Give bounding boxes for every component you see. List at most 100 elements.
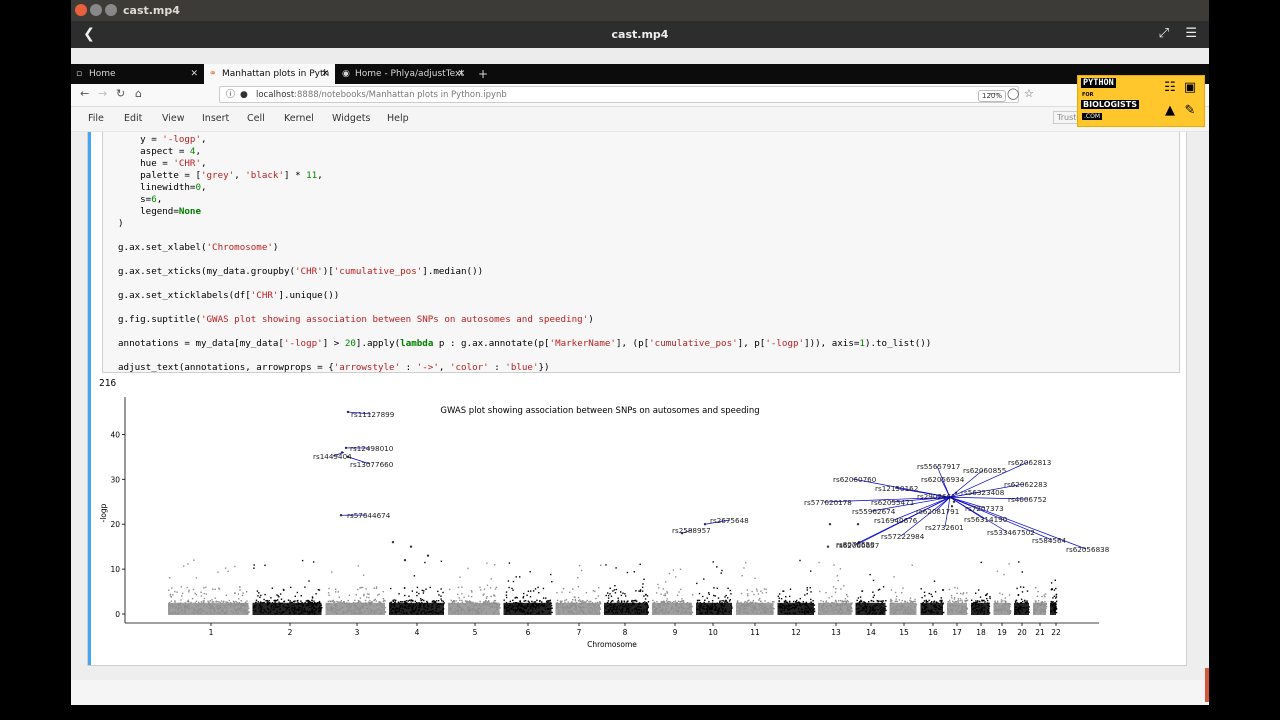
data-point [856,523,860,526]
data-point [183,565,185,567]
data-point [933,580,936,582]
data-point [509,600,511,603]
info-icon[interactable]: ⓘ [226,87,235,104]
tab-github[interactable]: ◉ Home - Phlya/adjustText ✕ [337,64,471,84]
maximize-icon[interactable] [105,4,117,16]
data-point [245,591,248,593]
data-point [1022,586,1025,588]
data-point [624,593,626,595]
menu-edit[interactable]: Edit [124,113,142,124]
data-point [411,590,413,592]
data-point [227,570,229,572]
close-icon[interactable] [75,4,87,16]
menu-cell[interactable]: Cell [247,113,265,124]
data-point [211,601,213,603]
close-tab-icon[interactable]: ✕ [457,64,465,84]
data-point [220,600,223,602]
page-icon: ▫ [76,69,83,79]
data-point [228,599,231,602]
notebook-area: y = '-logp', aspect = 4, hue = 'CHR', pa… [71,132,1209,680]
cell-input[interactable]: y = '-logp', aspect = 4, hue = 'CHR', pa… [102,132,1180,373]
data-point [721,600,723,602]
data-point [550,573,552,576]
annotation-label: rs57644674 [347,511,391,520]
close-tab-icon[interactable]: ✕ [190,64,198,84]
forward-arrow-icon[interactable]: → [98,87,107,100]
home-icon[interactable]: ⌂ [135,87,142,100]
data-point [812,600,814,602]
x-tick-label: 15 [899,628,909,637]
data-point [526,594,528,596]
menu-widgets[interactable]: Widgets [332,113,370,124]
data-point [736,601,739,603]
data-point [594,590,596,593]
data-point [180,599,182,601]
data-point [492,601,495,603]
code-cell[interactable]: y = '-logp', aspect = 4, hue = 'CHR', pa… [87,132,1187,666]
data-point [313,600,315,602]
tab-label: Manhattan plots in Pyth [222,69,330,79]
data-point [541,601,543,603]
code-line: g.fig.suptitle('GWAS plot showing associ… [118,314,594,325]
data-point [328,594,330,596]
data-point [176,591,178,593]
reload-icon[interactable]: ↻ [116,87,125,100]
back-arrow-icon[interactable]: ← [80,87,89,100]
data-point [971,599,973,601]
data-point [289,600,291,602]
data-point [203,587,205,589]
menu-help[interactable]: Help [387,113,409,124]
close-tab-icon[interactable]: ✕ [321,64,329,84]
data-point [834,600,837,602]
menu-insert[interactable]: Insert [202,113,229,124]
data-point [174,600,176,602]
menu-file[interactable]: File [88,113,104,124]
url-bar[interactable]: ⓘ ● localhost:8888/notebooks/Manhattan p… [219,86,1019,103]
data-point [828,523,832,526]
data-point [778,597,780,599]
pocket-icon[interactable]: ◯ [1007,87,1019,100]
menu-view[interactable]: View [162,113,185,124]
python-for-biologists-logo: PYTHON FOR BIOLOGISTS .COM ☷ ▣ ▲ ✎ [1077,75,1205,127]
annotation-label: rs62081791 [916,507,959,516]
data-point [618,601,620,603]
menu-kernel[interactable]: Kernel [284,113,314,124]
data-point [954,586,956,589]
tab-manhattan[interactable]: ⚭ Manhattan plots in Pyth ✕ [204,64,335,84]
data-point [542,597,545,599]
data-point [949,599,951,602]
code-line: g.ax.set_xlabel('Chromosome') [118,242,279,253]
data-point [793,600,795,603]
data-point [894,591,897,594]
data-point [368,593,370,595]
data-point [789,600,791,603]
data-point [333,601,336,603]
bookmark-star-icon[interactable]: ☆ [1024,87,1034,100]
data-point [399,601,402,603]
data-point [479,600,481,603]
data-point [806,593,808,595]
more-icon[interactable]: ⋯ [989,87,1000,100]
data-point [647,601,650,603]
data-point [557,599,559,602]
minimize-icon[interactable] [90,4,102,16]
data-point [392,600,394,603]
data-point [708,592,710,594]
data-point [956,592,958,594]
data-point [222,601,224,603]
data-point [809,587,811,589]
data-point [893,576,895,578]
data-point [756,590,758,592]
tab-home[interactable]: ▫ Home ✕ [71,64,204,84]
data-point [1001,593,1004,596]
data-point [920,588,922,590]
data-point [394,601,396,603]
data-point [464,600,467,602]
data-band [971,602,990,616]
new-tab-button[interactable]: + [473,64,493,84]
fullscreen-icon[interactable]: ⤢ [1159,26,1169,41]
data-point [327,600,329,603]
data-point [996,570,999,572]
data-point [698,599,701,602]
hamburger-menu-icon[interactable]: ☰ [1185,26,1197,41]
